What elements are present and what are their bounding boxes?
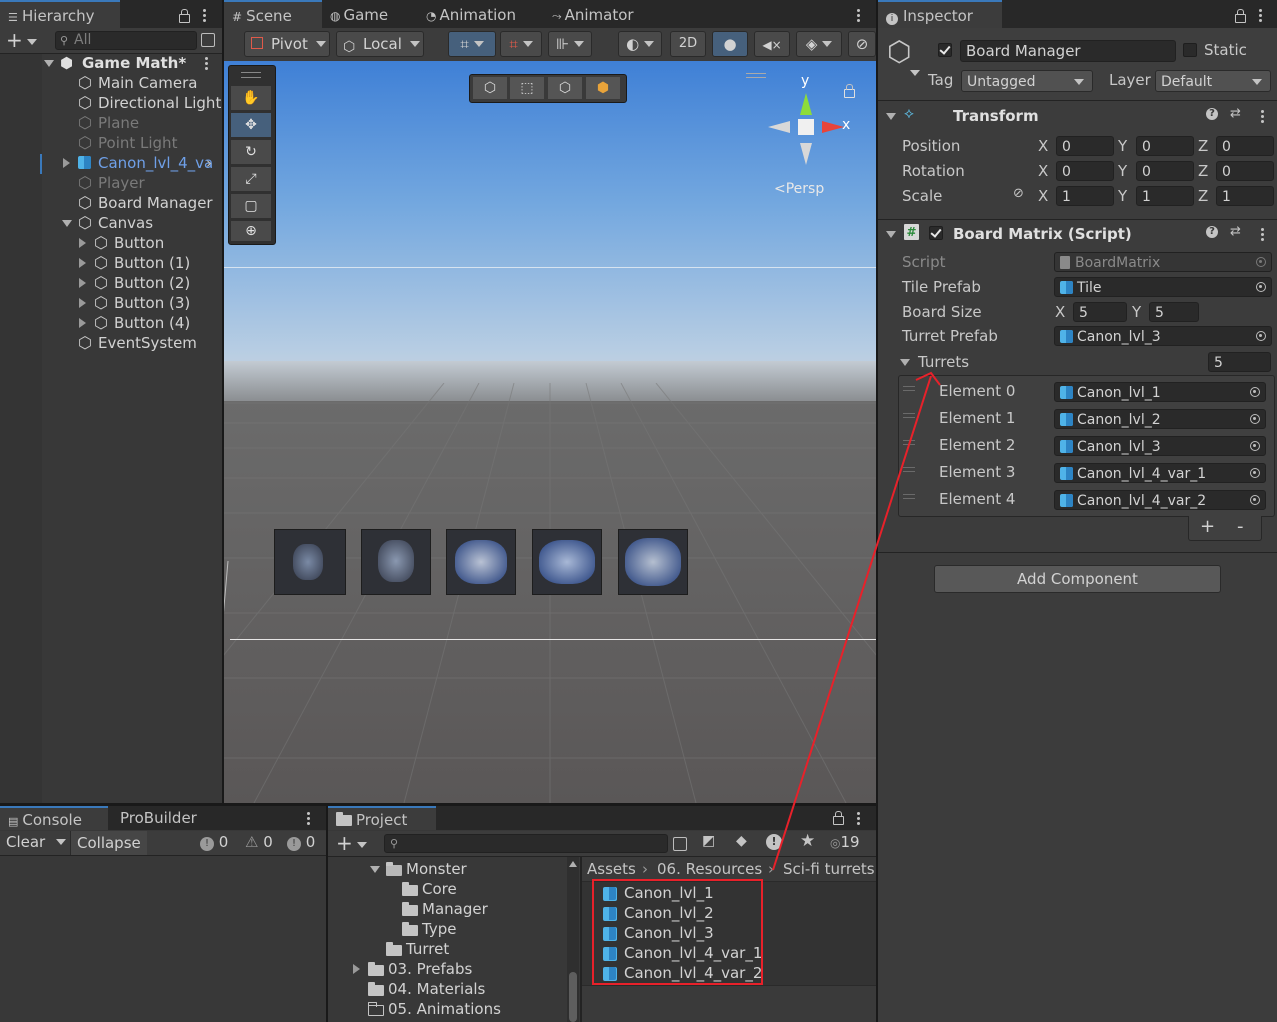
- annotation-arrow: [772, 371, 941, 871]
